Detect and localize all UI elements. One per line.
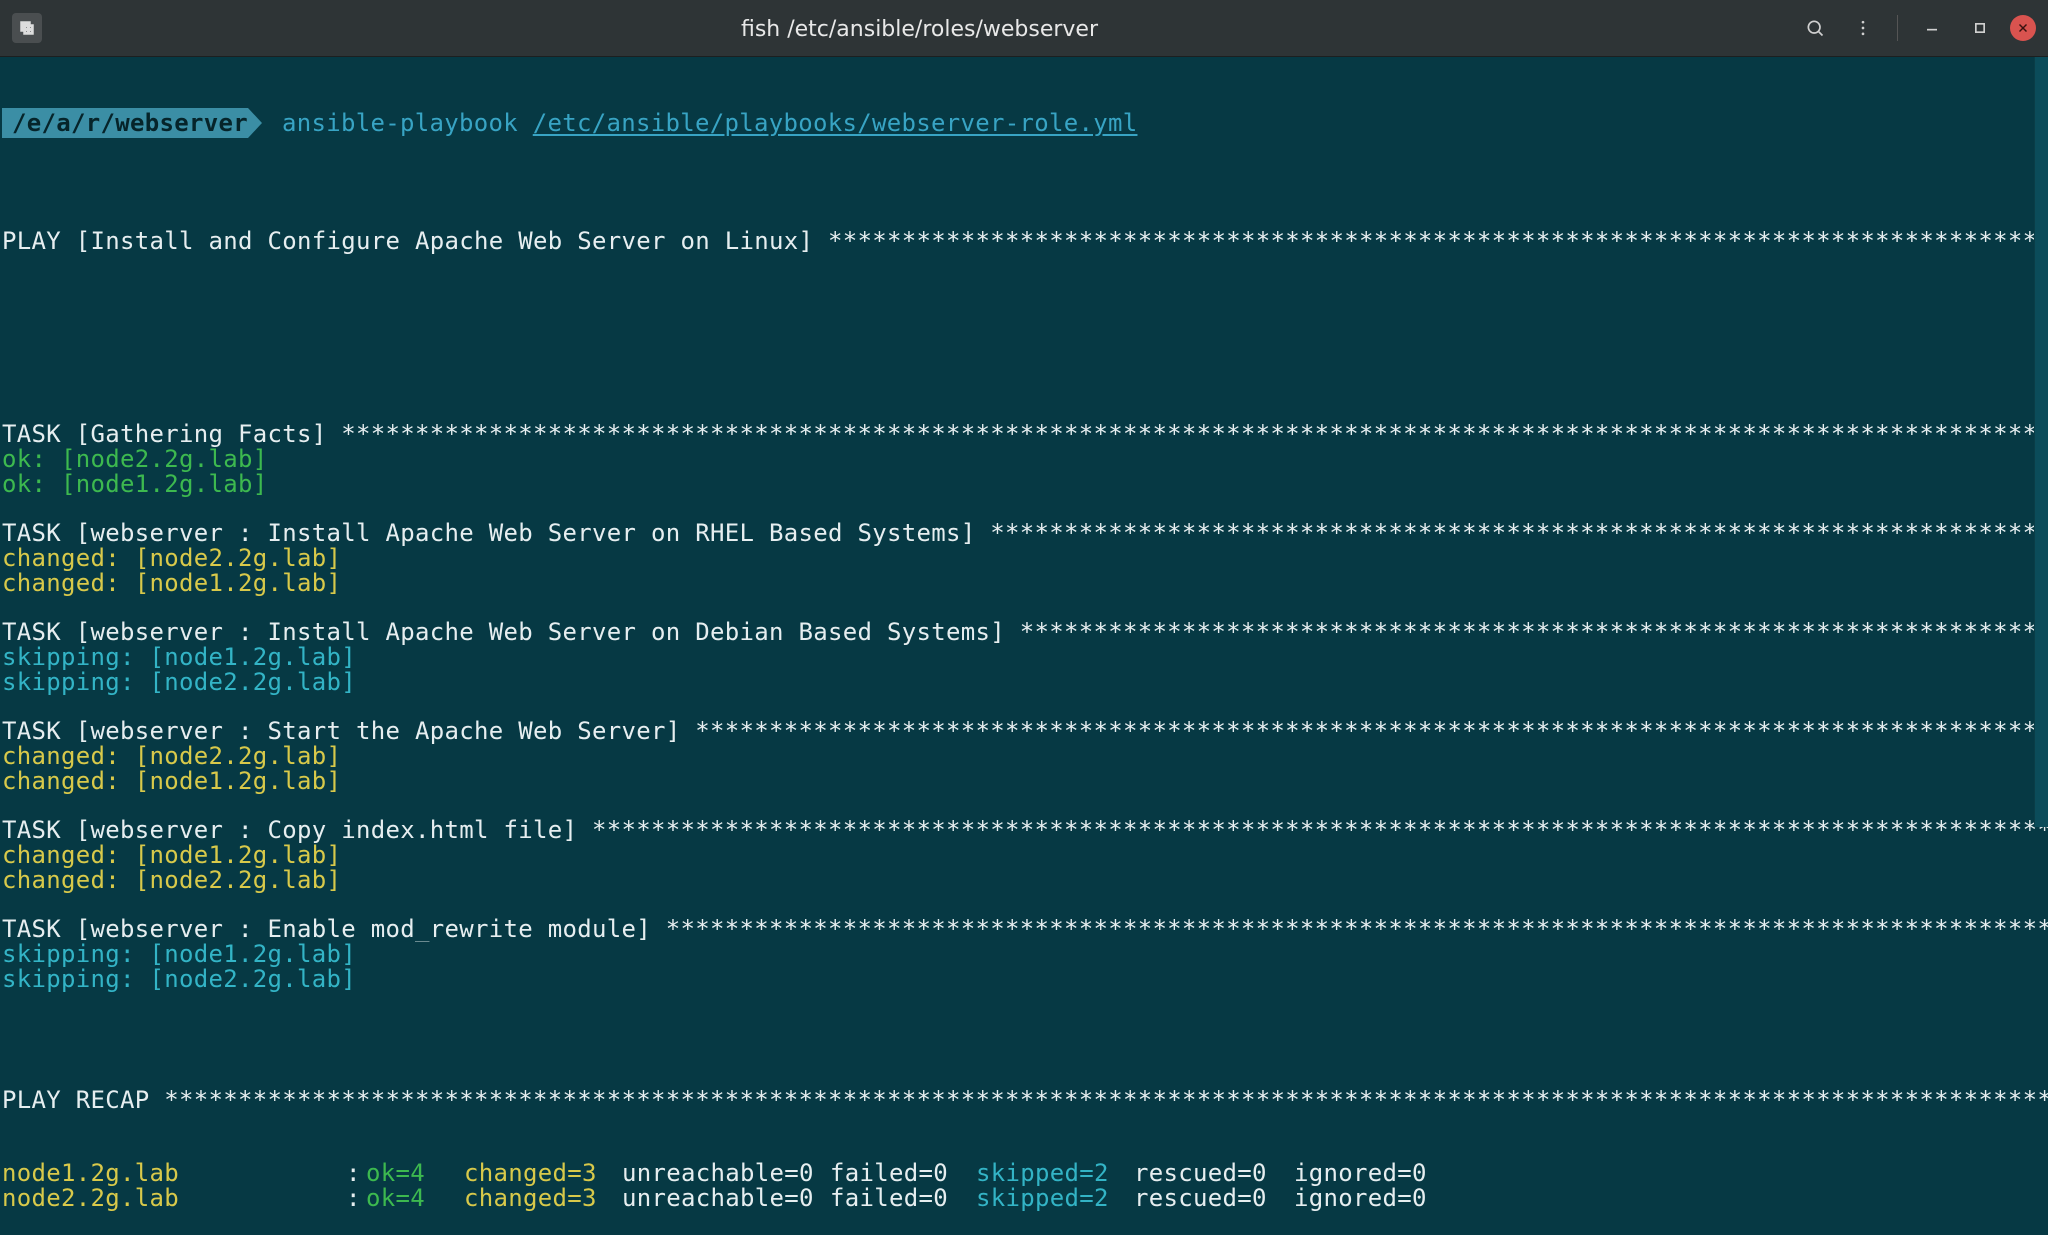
prompt-cwd: /e/a/r/webserver [2, 108, 262, 138]
menu-icon[interactable] [1845, 10, 1881, 46]
prompt-line: /e/a/r/webserver ansible-playbook /etc/a… [2, 107, 2048, 139]
recap-row: node1.2g.lab: ok=4changed=3unreachable=0… [2, 1161, 2048, 1186]
recap-ignored: ignored=0 [1294, 1161, 1427, 1186]
recap-changed: changed=3 [464, 1161, 622, 1186]
task-header: TASK [webserver : Copy index.html file] … [2, 818, 2048, 843]
recap-changed: changed=3 [464, 1186, 622, 1211]
recap-failed: failed=0 [830, 1186, 976, 1211]
recap-unreachable: unreachable=0 [622, 1186, 830, 1211]
task-result-line: skipping: [node2.2g.lab] [2, 670, 2048, 695]
scrollbar[interactable] [2034, 57, 2048, 827]
recap-skipped: skipped=2 [976, 1161, 1134, 1186]
task-result-line: ok: [node2.2g.lab] [2, 447, 2048, 472]
task-header: TASK [webserver : Start the Apache Web S… [2, 719, 2048, 744]
recap-rescued: rescued=0 [1134, 1161, 1294, 1186]
task-result-line: changed: [node1.2g.lab] [2, 571, 2048, 596]
recap-unreachable: unreachable=0 [622, 1161, 830, 1186]
recap-rescued: rescued=0 [1134, 1186, 1294, 1211]
task-result-line: changed: [node2.2g.lab] [2, 744, 2048, 769]
recap-host: node2.2g.lab [2, 1186, 346, 1211]
maximize-button[interactable] [1962, 10, 1998, 46]
search-icon[interactable] [1797, 10, 1833, 46]
recap-ignored: ignored=0 [1294, 1186, 1427, 1211]
task-header: TASK [webserver : Enable mod_rewrite mod… [2, 917, 2048, 942]
window-title: fish /etc/ansible/roles/webserver [741, 17, 1098, 42]
terminal-output[interactable]: /e/a/r/webserver ansible-playbook /etc/a… [0, 57, 2048, 1235]
new-tab-button[interactable] [12, 13, 42, 43]
close-button[interactable] [2010, 15, 2036, 41]
task-result-line: changed: [node1.2g.lab] [2, 843, 2048, 868]
task-result-line: skipping: [node2.2g.lab] [2, 967, 2048, 992]
task-result-line: changed: [node1.2g.lab] [2, 769, 2048, 794]
task-result-line: changed: [node2.2g.lab] [2, 546, 2048, 571]
recap-row: node2.2g.lab: ok=4changed=3unreachable=0… [2, 1186, 2048, 1211]
play-recap-header: PLAY RECAP *****************************… [2, 1088, 2048, 1113]
task-header: TASK [webserver : Install Apache Web Ser… [2, 521, 2048, 546]
play-header: PLAY [Install and Configure Apache Web S… [2, 229, 2048, 254]
recap-ok: ok=4 [366, 1186, 464, 1211]
task-header: TASK [webserver : Install Apache Web Ser… [2, 620, 2048, 645]
prompt-command: ansible-playbook /etc/ansible/playbooks/… [262, 111, 1137, 135]
recap-ok: ok=4 [366, 1161, 464, 1186]
task-header: TASK [Gathering Facts] *****************… [2, 422, 2048, 447]
window-titlebar: fish /etc/ansible/roles/webserver [0, 0, 2048, 57]
recap-failed: failed=0 [830, 1161, 976, 1186]
recap-skipped: skipped=2 [976, 1186, 1134, 1211]
titlebar-separator [1897, 15, 1898, 41]
task-result-line: changed: [node2.2g.lab] [2, 868, 2048, 893]
task-result-line: skipping: [node1.2g.lab] [2, 645, 2048, 670]
task-result-line: skipping: [node1.2g.lab] [2, 942, 2048, 967]
task-result-line: ok: [node1.2g.lab] [2, 472, 2048, 497]
minimize-button[interactable] [1914, 10, 1950, 46]
recap-host: node1.2g.lab [2, 1161, 346, 1186]
